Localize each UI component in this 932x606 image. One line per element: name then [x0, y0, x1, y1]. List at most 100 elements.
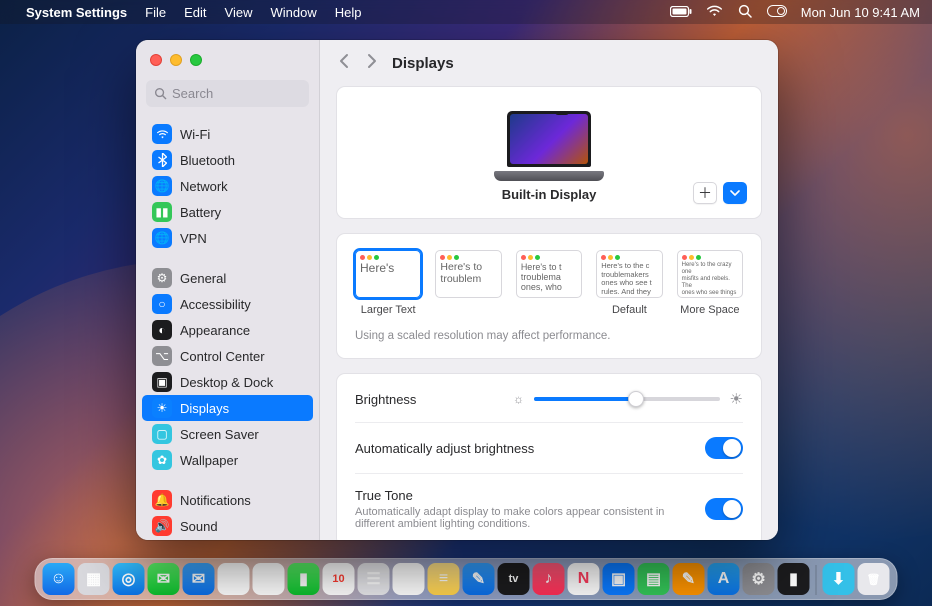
sidebar-item-network[interactable]: 🌐Network [142, 173, 313, 199]
sidebar-item-sound[interactable]: 🔊Sound [142, 513, 313, 539]
sidebar-item-label: Desktop & Dock [180, 375, 273, 390]
wifi-status-icon[interactable] [706, 5, 723, 20]
display-hero: Built-in Display ＋ [336, 86, 762, 219]
sidebar-item-label: VPN [180, 231, 207, 246]
dock-messages[interactable]: ✉ [148, 563, 180, 595]
network-icon: 🌐 [152, 176, 172, 196]
menubar-clock[interactable]: Mon Jun 10 9:41 AM [801, 5, 920, 20]
dock: ☺▦◎✉✉⌖✿▮10☰☑≡✎tv♪N▣▤✎A⚙▮⬇🗑 [35, 558, 898, 600]
sidebar-item-desktop[interactable]: ▣Desktop & Dock [142, 369, 313, 395]
dock-appstore[interactable]: A [708, 563, 740, 595]
sidebar-item-label: Wi-Fi [180, 127, 210, 142]
dock-safari[interactable]: ◎ [113, 563, 145, 595]
sidebar-nav: Wi-Fi Bluetooth 🌐Network ▮▮ Battery 🌐 VPN ⚙Gene… [136, 115, 319, 540]
dock-reminders[interactable]: ☑ [393, 563, 425, 595]
auto-brightness-toggle[interactable] [705, 437, 743, 459]
sidebar-item-controlcenter[interactable]: ⌥ Control Center [142, 343, 313, 369]
sidebar-item-accessibility[interactable]: ○Accessibility [142, 291, 313, 317]
truetone-toggle[interactable] [705, 498, 743, 520]
dock-finder[interactable]: ☺ [43, 563, 75, 595]
display-name: Built-in Display [351, 187, 747, 202]
sidebar-item-bluetooth[interactable]: Bluetooth [142, 147, 313, 173]
truetone-row: True Tone Automatically adapt display to… [355, 473, 743, 540]
maximize-button[interactable] [190, 54, 202, 66]
resolution-thumb: Here's to the ctroublemakersones who see… [596, 250, 662, 298]
sidebar-item-screensaver[interactable]: ▢Screen Saver [142, 421, 313, 447]
nav-back-button[interactable] [338, 52, 351, 75]
sidebar-item-label: Wallpaper [180, 453, 238, 468]
dock-tv[interactable]: tv [498, 563, 530, 595]
sidebar-item-wifi[interactable]: Wi-Fi [142, 121, 313, 147]
dock-iphone[interactable]: ▮ [778, 563, 810, 595]
add-display-button[interactable]: ＋ [693, 182, 717, 204]
dock-photos[interactable]: ✿ [253, 563, 285, 595]
resolution-label: More Space [677, 304, 743, 316]
nav-forward-button[interactable] [365, 52, 378, 75]
menu-help[interactable]: Help [335, 5, 362, 20]
controlcenter-icon: ⌥ [152, 346, 172, 366]
content-scroll[interactable]: Built-in Display ＋ Here'sLarger Text Here… [320, 86, 778, 540]
sidebar-item-notifications[interactable]: 🔔Notifications [142, 487, 313, 513]
laptop-illustration [494, 111, 604, 181]
sun-large-icon: ☀ [730, 390, 743, 408]
menu-file[interactable]: File [145, 5, 166, 20]
sidebar-item-displays[interactable]: ☀Displays [142, 395, 313, 421]
display-options-dropdown[interactable] [723, 182, 747, 204]
sidebar-item-label: Bluetooth [180, 153, 235, 168]
resolution-option-1[interactable]: Here's totroublem [435, 250, 501, 304]
sidebar: Wi-Fi Bluetooth 🌐Network ▮▮ Battery 🌐 VPN ⚙Gene… [136, 40, 320, 540]
resolution-label: Default [596, 304, 662, 316]
dock-freeform[interactable]: ✎ [463, 563, 495, 595]
sidebar-item-label: Battery [180, 205, 221, 220]
menu-edit[interactable]: Edit [184, 5, 206, 20]
app-menu[interactable]: System Settings [26, 5, 127, 20]
resolution-option-3[interactable]: Here's to the ctroublemakersones who see… [596, 250, 662, 316]
close-button[interactable] [150, 54, 162, 66]
search-input[interactable] [172, 86, 301, 101]
auto-brightness-label: Automatically adjust brightness [355, 441, 534, 456]
sidebar-item-general[interactable]: ⚙General [142, 265, 313, 291]
control-center-icon[interactable] [767, 5, 787, 20]
menu-window[interactable]: Window [270, 5, 316, 20]
dock-downloads[interactable]: ⬇ [823, 563, 855, 595]
resolution-option-0[interactable]: Here'sLarger Text [355, 250, 421, 316]
accessibility-icon: ○ [152, 294, 172, 314]
dock-calendar[interactable]: 10 [323, 563, 355, 595]
dock-settings[interactable]: ⚙ [743, 563, 775, 595]
displays-icon: ☀ [152, 398, 172, 418]
battery-icon: ▮▮ [152, 202, 172, 222]
dock-numbers[interactable]: ▤ [638, 563, 670, 595]
sidebar-item-appearance[interactable]: ◐Appearance [142, 317, 313, 343]
dock-news[interactable]: N [568, 563, 600, 595]
spotlight-icon[interactable] [737, 4, 753, 21]
dock-maps[interactable]: ⌖ [218, 563, 250, 595]
battery-status-icon[interactable] [670, 5, 692, 20]
sidebar-search[interactable] [146, 80, 309, 107]
brightness-slider[interactable]: ☼ ☀ [513, 390, 743, 408]
system-settings-window: Wi-Fi Bluetooth 🌐Network ▮▮ Battery 🌐 VPN ⚙Gene… [136, 40, 778, 540]
truetone-label: True Tone [355, 488, 695, 503]
dock-trash[interactable]: 🗑 [858, 563, 890, 595]
dock-mail[interactable]: ✉ [183, 563, 215, 595]
menu-view[interactable]: View [225, 5, 253, 20]
vpn-icon: 🌐 [152, 228, 172, 248]
resolution-thumb: Here's to the crazy onemisfits and rebel… [677, 250, 743, 298]
toolbar: Displays [320, 40, 778, 86]
dock-keynote[interactable]: ▣ [603, 563, 635, 595]
dock-music[interactable]: ♪ [533, 563, 565, 595]
minimize-button[interactable] [170, 54, 182, 66]
dock-pages[interactable]: ✎ [673, 563, 705, 595]
resolution-option-4[interactable]: Here's to the crazy onemisfits and rebel… [677, 250, 743, 316]
sidebar-item-wallpaper[interactable]: ✿Wallpaper [142, 447, 313, 473]
sidebar-item-vpn[interactable]: 🌐 VPN [142, 225, 313, 251]
sidebar-item-label: Screen Saver [180, 427, 259, 442]
dock-facetime[interactable]: ▮ [288, 563, 320, 595]
sidebar-item-label: Control Center [180, 349, 265, 364]
resolution-option-2[interactable]: Here's to ttroublemaones, who [516, 250, 582, 304]
sidebar-item-battery[interactable]: ▮▮ Battery [142, 199, 313, 225]
sidebar-item-focus[interactable]: ☾Focus [142, 539, 313, 540]
dock-notes[interactable]: ≡ [428, 563, 460, 595]
dock-launchpad[interactable]: ▦ [78, 563, 110, 595]
dock-contacts[interactable]: ☰ [358, 563, 390, 595]
brightness-panel: Brightness ☼ ☀ Automatically adjust brig… [336, 373, 762, 540]
